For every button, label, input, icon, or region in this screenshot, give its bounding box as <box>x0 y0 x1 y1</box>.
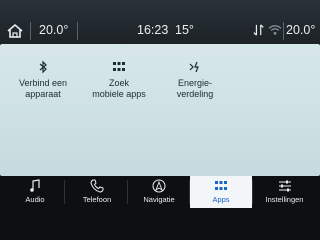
compass-icon <box>152 179 166 193</box>
nav-label: Apps <box>212 195 230 204</box>
clock: 16:23 <box>137 23 169 37</box>
nav-apps[interactable]: Apps <box>190 176 252 208</box>
home-icon[interactable] <box>4 20 26 42</box>
passenger-temperature[interactable]: 20.0° <box>286 22 315 38</box>
driver-temperature[interactable]: 20.0° <box>39 22 68 38</box>
divider <box>77 22 78 40</box>
divider <box>283 22 284 40</box>
nav-navigation[interactable]: Navigatie <box>128 176 190 208</box>
phone-icon <box>90 179 104 193</box>
tile-label: Zoek mobiele apps <box>92 78 146 99</box>
power-share-icon <box>189 61 199 73</box>
tile-energy-distribution[interactable]: Energie- verdeling <box>162 50 228 110</box>
grid-icon <box>113 62 125 71</box>
nav-label: Telefoon <box>82 195 112 204</box>
nav-label: Navigatie <box>143 195 175 204</box>
nav-label: Instellingen <box>265 195 304 204</box>
music-note-icon <box>30 179 40 192</box>
wifi-icon <box>268 25 282 35</box>
tile-find-mobile-apps[interactable]: Zoek mobiele apps <box>86 50 152 110</box>
nav-phone[interactable]: Telefoon <box>66 176 128 208</box>
sliders-icon <box>278 180 291 192</box>
tile-connect-device[interactable]: Verbind een apparaat <box>10 50 76 110</box>
tile-label: Energie- verdeling <box>176 78 214 99</box>
tile-label: Verbind een apparaat <box>18 78 68 99</box>
bluetooth-icon <box>39 60 47 74</box>
nav-settings[interactable]: Instellingen <box>253 176 316 208</box>
status-bar: 20.0° 16:23 15° 20.0° <box>0 0 320 44</box>
divider <box>30 22 31 40</box>
apps-grid-icon <box>215 181 227 190</box>
nav-label: Audio <box>25 195 45 204</box>
divider <box>64 180 65 204</box>
nav-audio[interactable]: Audio <box>4 176 66 208</box>
outside-temperature: 15° <box>175 23 194 37</box>
signal-icon <box>253 24 264 36</box>
